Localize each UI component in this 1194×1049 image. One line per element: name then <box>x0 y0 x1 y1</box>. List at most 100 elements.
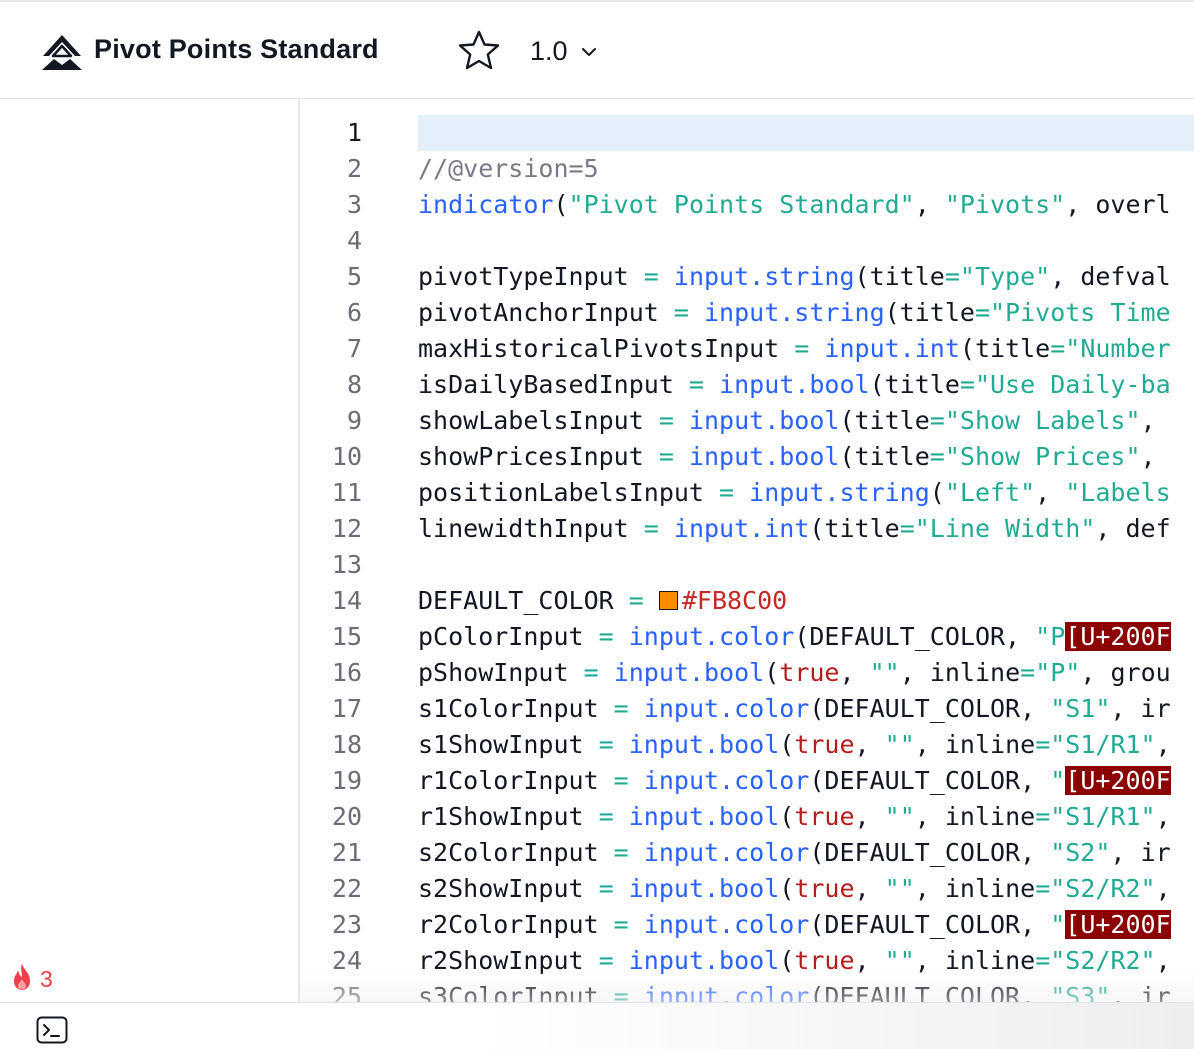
code-token: "Show Prices" <box>944 442 1141 471</box>
code-text[interactable]: linewidthInput = input.int(title="Line W… <box>418 511 1171 547</box>
code-text[interactable]: s1ShowInput = input.bool(true, "", inlin… <box>418 727 1171 763</box>
code-line[interactable]: 23 r2ColorInput = input.color(DEFAULT_COL… <box>300 907 1194 943</box>
code-token: "" <box>884 946 915 975</box>
code-editor[interactable]: 1 2//@version=5 3 indicator("Pivot Points S… <box>300 99 1194 1002</box>
code-text[interactable]: maxHistoricalPivotsInput = input.int(tit… <box>418 331 1171 367</box>
code-token: showPricesInput <box>418 442 659 471</box>
color-swatch[interactable] <box>658 591 678 610</box>
code-token: input.bool <box>688 406 840 435</box>
code-token: , <box>1140 406 1156 435</box>
code-token: , overl <box>1065 190 1171 219</box>
code-line[interactable]: 15 pColorInput = input.color(DEFAULT_COLO… <box>300 619 1194 655</box>
code-line[interactable]: 8 isDailyBasedInput = input.bool(title="U… <box>300 367 1194 403</box>
code-line[interactable]: 12 linewidthInput = input.int(title="Line… <box>300 511 1194 547</box>
code-token: pColorInput <box>418 622 599 651</box>
code-text[interactable]: pivotAnchorInput = input.string(title="P… <box>418 295 1171 331</box>
code-token: , <box>854 874 885 903</box>
code-token: ( <box>779 730 795 759</box>
code-token: " <box>1050 766 1066 795</box>
code-line[interactable]: 20 r1ShowInput = input.bool(true, "", inl… <box>300 799 1194 835</box>
version-dropdown[interactable]: 1.0 <box>530 33 598 69</box>
code-token: input.string <box>673 262 855 291</box>
code-token: pivotTypeInput <box>418 262 644 291</box>
code-token: = <box>1035 946 1051 975</box>
terminal-icon[interactable] <box>36 1016 68 1044</box>
code-text[interactable]: r1ShowInput = input.bool(true, "", inlin… <box>418 799 1171 835</box>
line-number: 24 <box>331 946 362 975</box>
code-text[interactable]: s1ColorInput = input.color(DEFAULT_COLOR… <box>418 691 1171 727</box>
code-line[interactable]: 25 s3ColorInput = input.color(DEFAULT_COL… <box>300 979 1194 1002</box>
code-line[interactable]: 9 showLabelsInput = input.bool(title="Sho… <box>300 403 1194 439</box>
code-text[interactable]: s3ColorInput = input.color(DEFAULT_COLOR… <box>418 979 1171 1002</box>
code-token: "Line Width" <box>914 514 1096 543</box>
code-line[interactable]: 11 positionLabelsInput = input.string("Le… <box>300 475 1194 511</box>
code-token: = <box>959 370 975 399</box>
code-text[interactable]: showLabelsInput = input.bool(title="Show… <box>418 403 1156 439</box>
code-text[interactable]: DEFAULT_COLOR = #FB8C00 <box>418 583 787 619</box>
star-icon[interactable] <box>456 28 502 72</box>
line-number: 20 <box>331 802 362 831</box>
code-line[interactable]: 7 maxHistoricalPivotsInput = input.int(ti… <box>300 331 1194 367</box>
code-line[interactable]: 2 //@version=5 <box>300 151 1194 187</box>
code-line[interactable]: 6 pivotAnchorInput = input.string(title="… <box>300 295 1194 331</box>
code-token: "S3" <box>1050 982 1111 1002</box>
code-token: "" <box>869 658 900 687</box>
code-text[interactable]: r1ColorInput = input.color(DEFAULT_COLOR… <box>418 763 1171 799</box>
code-token: s2ColorInput <box>418 838 614 867</box>
boost-counter[interactable]: 3 <box>10 962 53 997</box>
code-text[interactable]: s2ShowInput = input.bool(true, "", inlin… <box>418 871 1171 907</box>
code-text[interactable]: pColorInput = input.color(DEFAULT_COLOR,… <box>418 619 1171 655</box>
code-line[interactable]: 17 s1ColorInput = input.color(DEFAULT_COL… <box>300 691 1194 727</box>
code-token: , <box>854 802 885 831</box>
code-text[interactable]: s2ColorInput = input.color(DEFAULT_COLOR… <box>418 835 1171 871</box>
code-token: "Use Daily-ba <box>974 370 1171 399</box>
code-token: = <box>1035 730 1051 759</box>
code-text[interactable]: positionLabelsInput = input.string("Left… <box>418 475 1171 511</box>
code-line[interactable]: 16 pShowInput = input.bool(true, "", inli… <box>300 655 1194 691</box>
code-text[interactable]: isDailyBasedInput = input.bool(title="Us… <box>418 367 1171 403</box>
line-number: 5 <box>346 262 362 291</box>
code-line[interactable]: 22 s2ShowInput = input.bool(true, "", inl… <box>300 871 1194 907</box>
code-text[interactable]: r2ShowInput = input.bool(true, "", inlin… <box>418 943 1171 979</box>
code-line[interactable]: 21 s2ColorInput = input.color(DEFAULT_COL… <box>300 835 1194 871</box>
version-label: 1.0 <box>530 35 568 66</box>
script-title: Pivot Points Standard <box>94 34 379 64</box>
code-token: input.bool <box>719 370 870 399</box>
code-token: input.bool <box>628 874 780 903</box>
code-token: "Type" <box>959 262 1051 291</box>
code-token: , grou <box>1080 658 1171 687</box>
fire-icon <box>10 962 34 997</box>
code-line[interactable]: 10 showPricesInput = input.bool(title="Sh… <box>300 439 1194 475</box>
code-line[interactable]: 1 <box>300 115 1194 151</box>
code-text[interactable]: pivotTypeInput = input.string(title="Typ… <box>418 259 1171 295</box>
code-text[interactable]: r2ColorInput = input.color(DEFAULT_COLOR… <box>418 907 1171 943</box>
code-line[interactable]: 4 <box>300 223 1194 259</box>
code-token: (DEFAULT_COLOR, <box>809 982 1051 1002</box>
code-token: , <box>854 730 885 759</box>
code-line[interactable]: 19 r1ColorInput = input.color(DEFAULT_COL… <box>300 763 1194 799</box>
code-token: = <box>1050 334 1066 363</box>
mountain-logo-icon[interactable] <box>40 32 84 72</box>
current-line-highlight <box>418 115 1194 151</box>
code-text[interactable]: showPricesInput = input.bool(title="Show… <box>418 439 1156 475</box>
code-text[interactable]: //@version=5 <box>418 151 599 187</box>
code-token: ( <box>553 190 569 219</box>
code-text[interactable]: indicator("Pivot Points Standard", "Pivo… <box>418 187 1171 223</box>
code-token: ( <box>779 946 795 975</box>
code-line[interactable]: 13 <box>300 547 1194 583</box>
code-token: "" <box>884 874 915 903</box>
code-line[interactable]: 5 pivotTypeInput = input.string(title="Ty… <box>300 259 1194 295</box>
code-token: " <box>1050 910 1066 939</box>
code-line[interactable]: 24 r2ShowInput = input.bool(true, "", inl… <box>300 943 1194 979</box>
code-line[interactable]: 14 DEFAULT_COLOR = #FB8C00 <box>300 583 1194 619</box>
code-line[interactable]: 3 indicator("Pivot Points Standard", "Piv… <box>300 187 1194 223</box>
code-line[interactable]: 18 s1ShowInput = input.bool(true, "", inl… <box>300 727 1194 763</box>
code-token: r1ShowInput <box>418 802 599 831</box>
code-token: input.string <box>704 298 885 327</box>
code-token: , <box>1155 874 1171 903</box>
code-text[interactable]: pShowInput = input.bool(true, "", inline… <box>418 655 1171 691</box>
